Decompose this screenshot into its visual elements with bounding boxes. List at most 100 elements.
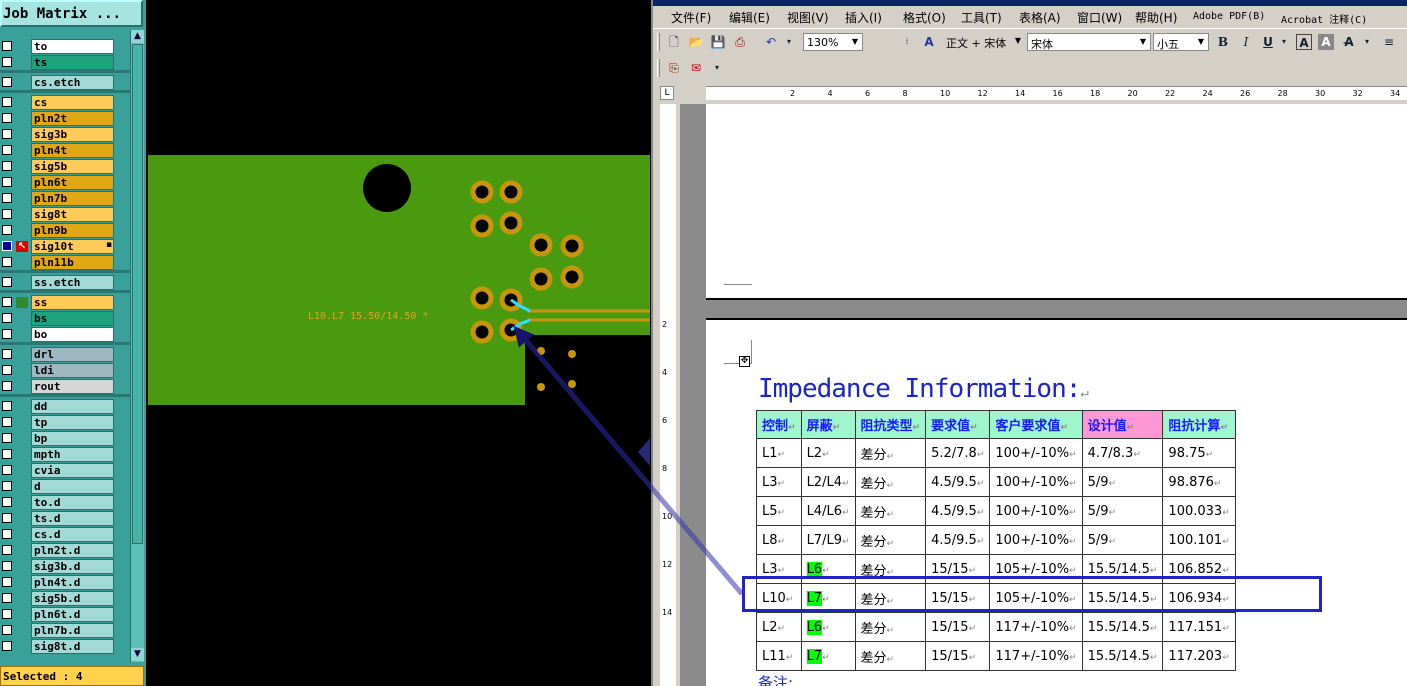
open-folder-icon[interactable]: 📂 [688, 34, 704, 50]
layer-row[interactable]: cvia [0, 462, 130, 478]
menu-acrobat-comments[interactable]: Acrobat 注释(C) [1281, 11, 1367, 26]
layer-name[interactable]: rout [31, 379, 114, 394]
table-cell[interactable]: L11↵ [756, 641, 802, 671]
table-row[interactable]: L11↵ L7↵ 差分↵ 15/15↵ 117+/-10%↵ 15.5/14.5↵ 117.… [756, 641, 1236, 671]
table-header-cell[interactable]: 客户要求值↵ [989, 410, 1083, 439]
table-cell[interactable]: 100+/-10%↵ [989, 496, 1083, 526]
layer-row[interactable]: tp [0, 414, 130, 430]
convert-to-pdf-icon[interactable]: ⎘ [666, 60, 682, 76]
layer-name[interactable]: pln7b.d [31, 623, 114, 638]
zoom-select[interactable]: 130% ▼ [803, 33, 863, 51]
layer-row[interactable]: bs [0, 310, 130, 326]
layer-row[interactable]: pln2t [0, 110, 130, 126]
layer-checkbox[interactable] [2, 129, 12, 139]
table-cell[interactable]: 差分↵ [854, 438, 927, 468]
layer-checkbox[interactable] [2, 497, 12, 507]
layer-checkbox[interactable] [2, 641, 12, 651]
font-size-select[interactable]: 小五 ▼ [1153, 33, 1209, 51]
table-row[interactable]: L2↵ L6↵ 差分↵ 15/15↵ 117+/-10%↵ 15.5/14.5↵ 117.1… [756, 612, 1236, 642]
chevron-down-icon[interactable]: ▼ [1195, 35, 1207, 49]
document-heading[interactable]: Impedance Information:↵ [758, 374, 1089, 404]
table-cell[interactable]: L2↵ [800, 438, 856, 468]
layer-name[interactable]: ts [31, 55, 114, 70]
layer-checkbox[interactable] [2, 177, 12, 187]
table-cell[interactable]: 100.101↵ [1162, 525, 1236, 555]
vertical-ruler[interactable]: 2 4 6 8 10 12 14 [660, 104, 676, 686]
chevron-down-icon[interactable]: ▼ [849, 35, 861, 49]
layer-row[interactable]: to [0, 38, 130, 54]
menu-window[interactable]: 窗口(W) [1077, 9, 1122, 26]
layer-checkbox[interactable] [2, 529, 12, 539]
layer-name[interactable]: drl [31, 347, 114, 362]
table-cell[interactable]: 4.5/9.5↵ [925, 467, 991, 497]
layer-checkbox[interactable] [2, 97, 12, 107]
table-cell[interactable]: 100+/-10%↵ [989, 467, 1083, 497]
layer-row[interactable]: ss [0, 294, 130, 310]
table-cell[interactable]: 4.7/8.3↵ [1081, 438, 1164, 468]
table-cell[interactable]: 98.876↵ [1162, 467, 1236, 497]
undo-icon[interactable]: ↶ [763, 34, 779, 50]
menu-view[interactable]: 视图(V) [787, 9, 829, 26]
menu-edit[interactable]: 编辑(E) [729, 9, 770, 26]
layer-row[interactable]: sig3b.d [0, 558, 130, 574]
underline-button[interactable]: U [1260, 34, 1276, 50]
horizontal-ruler[interactable]: 2 4 6 8 10 12 14 16 18 20 22 24 26 28 30 32 34 [706, 86, 1407, 100]
layer-row[interactable]: pln4t [0, 142, 130, 158]
layer-row[interactable]: sig5b.d [0, 590, 130, 606]
layer-row[interactable]: mpth [0, 446, 130, 462]
bold-button[interactable]: B [1215, 34, 1231, 50]
char-shading-icon[interactable]: A [1318, 34, 1334, 50]
layer-row[interactable]: ↖ sig10t ▪ [0, 238, 130, 254]
table-cell[interactable]: 117+/-10%↵ [989, 612, 1083, 642]
menu-format[interactable]: 格式(O) [903, 9, 946, 26]
layer-row[interactable]: dd [0, 398, 130, 414]
layer-checkbox[interactable] [2, 77, 12, 87]
layer-name[interactable]: tp [31, 415, 114, 430]
layer-checkbox[interactable] [2, 241, 12, 251]
toolbar-gripper[interactable] [657, 59, 660, 77]
layer-row[interactable]: sig5b [0, 158, 130, 174]
layer-checkbox[interactable] [2, 297, 12, 307]
table-cell[interactable]: 117.203↵ [1162, 641, 1236, 671]
menu-adobe-pdf[interactable]: Adobe PDF(B) [1193, 11, 1265, 22]
layer-row[interactable]: ss.etch [0, 274, 130, 290]
layer-name[interactable]: cs [31, 95, 114, 110]
impedance-table[interactable]: 控制↵ 屏蔽↵ 阻抗类型↵ 要求值↵ 客户要求值↵ 设计值↵ 阻抗计算↵ L1↵ L2↵ 差分↵… [756, 410, 1236, 671]
layer-name[interactable]: mpth [31, 447, 114, 462]
layer-row[interactable]: pln4t.d [0, 574, 130, 590]
table-cell[interactable]: L2/L4↵ [800, 467, 856, 497]
layer-row[interactable]: sig8t [0, 206, 130, 222]
layer-name[interactable]: sig10t [31, 239, 114, 254]
tab-stop-selector[interactable]: L [660, 86, 674, 100]
scroll-thumb[interactable] [132, 44, 143, 544]
layer-row[interactable]: pln7b.d [0, 622, 130, 638]
scroll-up-icon[interactable]: ▲ [131, 30, 144, 43]
table-header-cell[interactable]: 阻抗类型↵ [854, 410, 927, 439]
layer-name[interactable]: pln11b [31, 255, 114, 270]
save-icon[interactable]: 💾 [710, 34, 726, 50]
table-cell[interactable]: L6↵ [800, 612, 856, 642]
layer-checkbox[interactable] [2, 257, 12, 267]
table-cell[interactable]: L3↵ [756, 467, 802, 497]
job-matrix-title[interactable]: Job Matrix ... [0, 0, 143, 27]
layer-checkbox[interactable] [2, 561, 12, 571]
layer-checkbox[interactable] [2, 313, 12, 323]
layer-name[interactable]: bp [31, 431, 114, 446]
layer-name[interactable]: pln4t [31, 143, 114, 158]
table-cell[interactable]: L7↵ [800, 641, 856, 671]
layer-checkbox[interactable] [2, 417, 12, 427]
table-cell[interactable]: L2↵ [756, 612, 802, 642]
layer-row[interactable]: pln11b [0, 254, 130, 270]
table-cell[interactable]: 差分↵ [854, 641, 927, 671]
layer-row[interactable]: ts [0, 54, 130, 70]
layer-checkbox[interactable] [2, 465, 12, 475]
table-row[interactable]: L1↵ L2↵ 差分↵ 5.2/7.8↵ 100+/-10%↵ 4.7/8.3↵ 98.75… [756, 438, 1236, 468]
toolbar-overflow-icon[interactable]: ⁞ [899, 34, 915, 50]
layer-checkbox[interactable] [2, 381, 12, 391]
menu-table[interactable]: 表格(A) [1019, 9, 1061, 26]
table-row[interactable]: L8↵ L7/L9↵ 差分↵ 4.5/9.5↵ 100+/-10%↵ 5/9↵ 100.10… [756, 525, 1236, 555]
table-cell[interactable]: 差分↵ [854, 525, 927, 555]
layer-checkbox[interactable] [2, 225, 12, 235]
layer-row[interactable]: pln2t.d [0, 542, 130, 558]
layer-row[interactable]: cs [0, 94, 130, 110]
